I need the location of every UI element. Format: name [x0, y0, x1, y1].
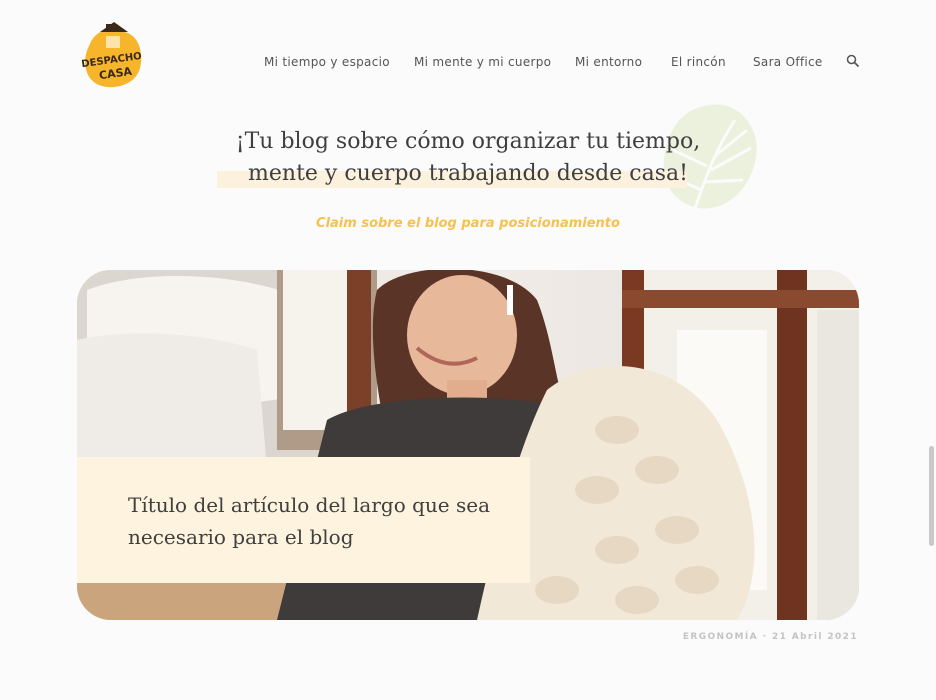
featured-caption[interactable]: Título del artículo del largo que sea ne…: [77, 457, 530, 583]
article-category[interactable]: ERGONOMÍA: [683, 632, 758, 642]
logo-badge: DESPACHO CASA: [81, 22, 142, 88]
nav-item-sara-office[interactable]: Sara Office: [753, 55, 823, 69]
logo[interactable]: DESPACHO CASA: [78, 22, 146, 92]
article-date: 21 Abril 2021: [771, 632, 858, 642]
article-meta: ERGONOMÍA · 21 Abril 2021: [683, 632, 858, 642]
search-icon[interactable]: [846, 53, 860, 68]
nav-item-el-rincon[interactable]: El rincón: [671, 55, 726, 69]
page-scrollbar[interactable]: [929, 446, 934, 546]
hero-claim: Claim sobre el blog para posicionamiento: [316, 216, 620, 231]
nav-item-mi-tiempo[interactable]: Mi tiempo y espacio: [264, 55, 390, 69]
hero-title-line2: mente y cuerpo trabajando desde casa!: [248, 161, 688, 186]
featured-article-title[interactable]: Título del artículo del largo que sea ne…: [128, 489, 518, 553]
hero-title: ¡Tu blog sobre cómo organizar tu tiempo,…: [0, 126, 936, 190]
meta-separator: ·: [762, 632, 768, 642]
nav-item-mi-mente[interactable]: Mi mente y mi cuerpo: [414, 55, 551, 69]
hero-title-line1: ¡Tu blog sobre cómo organizar tu tiempo,: [235, 129, 701, 154]
nav-item-mi-entorno[interactable]: Mi entorno: [575, 55, 642, 69]
